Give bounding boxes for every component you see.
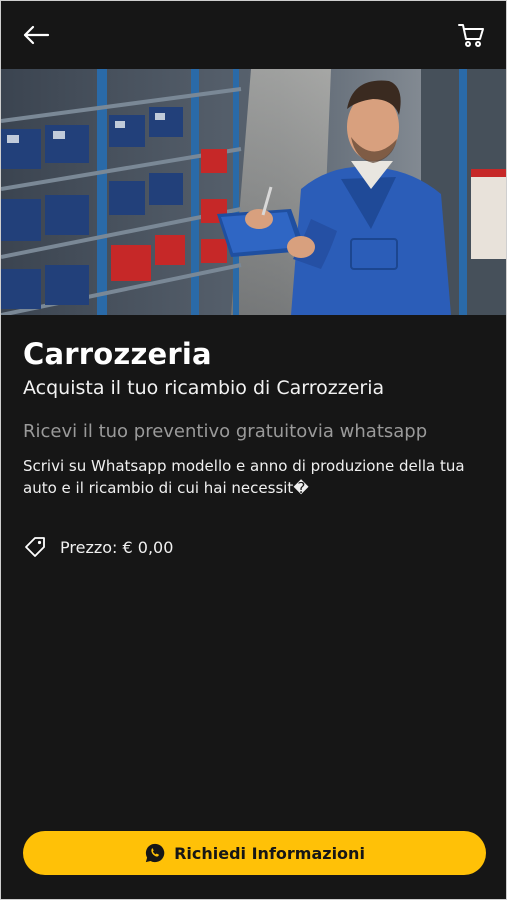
product-image (1, 69, 506, 315)
request-info-button[interactable]: Richiedi Informazioni (23, 831, 486, 875)
cart-button[interactable] (454, 18, 488, 52)
price-row: Prezzo: € 0,00 (23, 535, 484, 559)
product-description: Scrivi su Whatsapp modello e anno di pro… (23, 457, 465, 497)
top-bar (1, 1, 506, 69)
price-label: Prezzo: € 0,00 (60, 537, 174, 557)
cart-icon (458, 24, 484, 47)
price-tag-icon (25, 537, 45, 557)
product-title: Carrozzeria (23, 337, 212, 371)
arrow-left-icon (23, 25, 50, 45)
screen: Carrozzeria Acquista il tuo ricambio di … (0, 0, 507, 900)
product-tagline: Ricevi il tuo preventivo gratuitovia wha… (23, 421, 428, 442)
warehouse-worker-photo (1, 69, 506, 315)
back-button[interactable] (19, 18, 53, 52)
product-subtitle: Acquista il tuo ricambio di Carrozzeria (23, 377, 385, 399)
product-details: Carrozzeria Acquista il tuo ricambio di … (23, 315, 484, 559)
request-info-label: Richiedi Informazioni (174, 843, 365, 863)
whatsapp-icon (145, 843, 165, 863)
